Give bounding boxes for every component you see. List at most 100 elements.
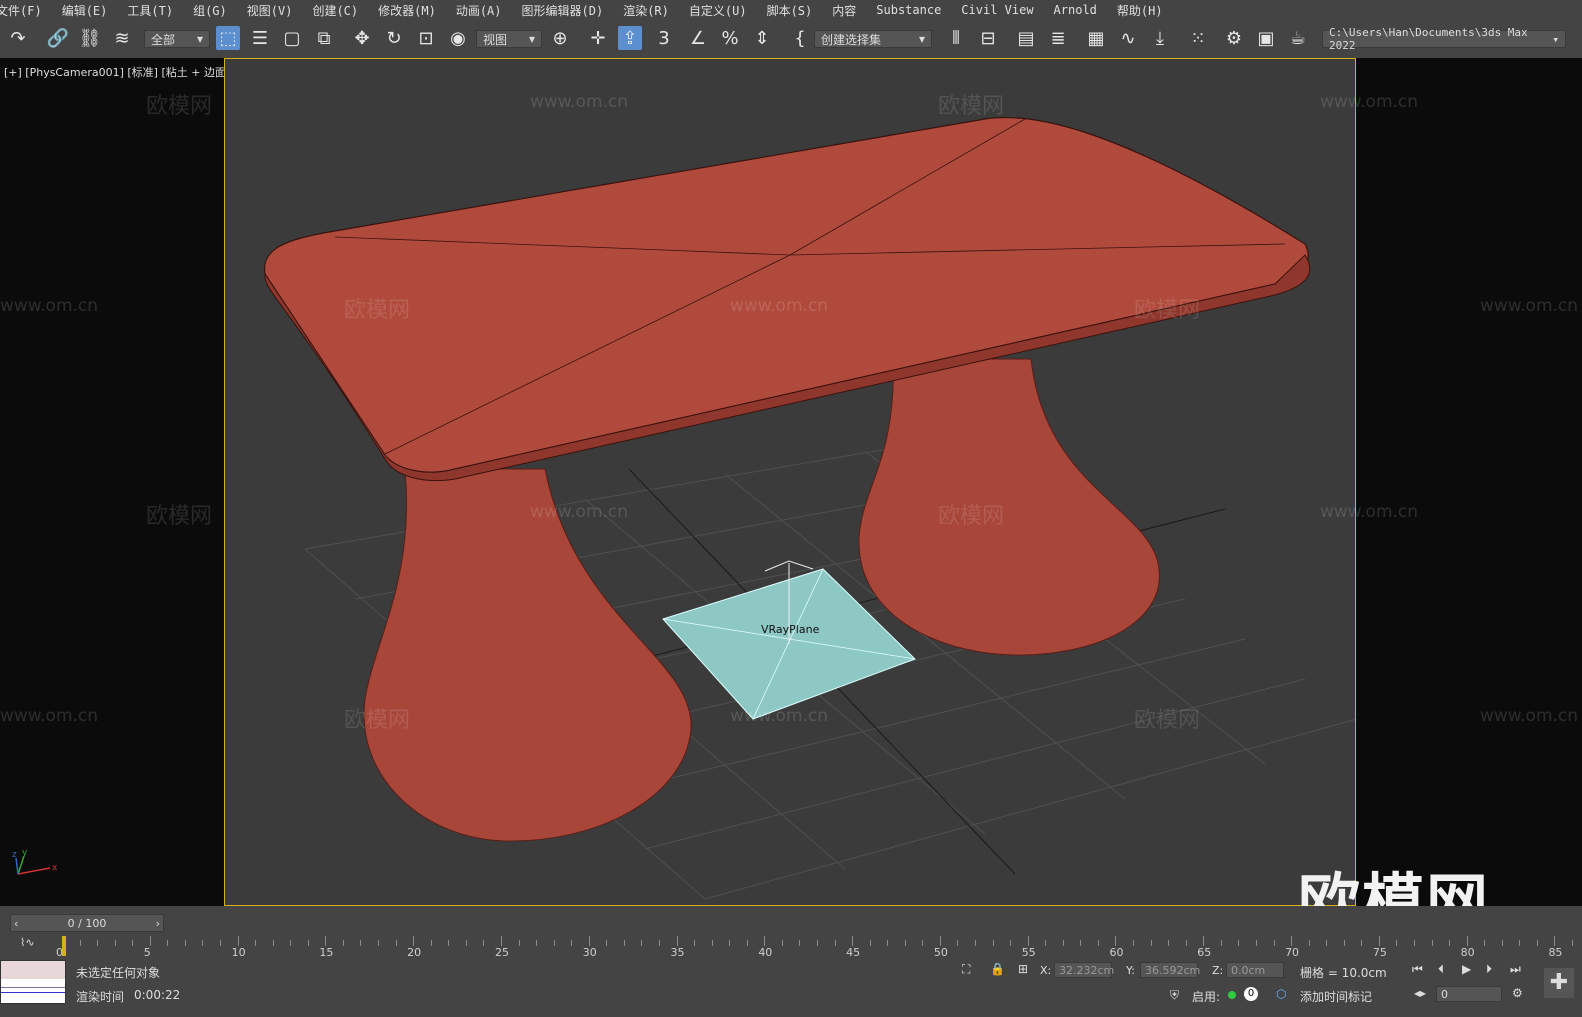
key-mode-icon[interactable]: ◂▸ xyxy=(1414,986,1426,1000)
time-tag-icon[interactable]: ⬡ xyxy=(1276,987,1286,1001)
selection-filter-dropdown[interactable]: 全部 ▾ xyxy=(144,26,210,52)
select-manipulate-icon[interactable]: ✛ xyxy=(586,26,610,50)
menu-item[interactable]: 帮助(H) xyxy=(1107,2,1173,19)
schematic-view-icon[interactable]: ⤓ xyxy=(1148,26,1172,50)
viewport-label[interactable]: [+] [PhysCamera001] [标准] [粘土 + 边面] xyxy=(4,64,230,80)
curve-editor-toggle-icon[interactable]: ⌇∿ xyxy=(20,936,35,949)
place-icon[interactable]: ◉ xyxy=(446,26,470,50)
y-coordinate-field[interactable]: 36.592cm xyxy=(1140,962,1200,978)
ruler-tick xyxy=(1062,940,1064,946)
keyboard-shortcut-override-icon[interactable]: ⇪ xyxy=(618,26,642,50)
ruler-label: 65 xyxy=(1197,946,1212,959)
scene-explorer-icon[interactable]: ▤ xyxy=(1014,26,1038,50)
render-setup-icon[interactable]: ⚙ xyxy=(1222,26,1246,50)
menu-item[interactable]: Substance xyxy=(866,3,951,17)
previous-frame-icon[interactable]: ⏴ xyxy=(1438,962,1444,977)
go-to-end-icon[interactable]: ⏭ xyxy=(1510,962,1521,977)
angle-snap-icon[interactable]: ∠ xyxy=(686,26,710,50)
svg-text:y: y xyxy=(22,848,28,858)
align-icon[interactable]: ⊟ xyxy=(976,26,1000,50)
link-icon[interactable]: 🔗 xyxy=(46,26,70,50)
current-frame-field[interactable]: 0 xyxy=(1436,986,1502,1002)
menu-item[interactable]: 内容 xyxy=(822,2,866,19)
frame-ruler[interactable]: 0 5 10 15 20 25 30 35 40 45 50 55 60 65 70 75 80 85 xyxy=(56,936,1573,960)
curve-editor-icon[interactable]: ∿ xyxy=(1116,26,1140,50)
redo-icon[interactable]: ↷ xyxy=(6,26,30,50)
chevron-down-icon: ▾ xyxy=(918,32,925,46)
watermark-text: 欧模网 xyxy=(938,94,1005,119)
play-icon[interactable]: ▶ xyxy=(1462,962,1471,976)
unlink-icon[interactable]: ⛓ xyxy=(78,26,102,50)
chevron-left-icon[interactable]: ‹ xyxy=(14,917,18,930)
watermark-text: 欧模网 xyxy=(938,504,1005,529)
ruler-tick xyxy=(1536,940,1538,946)
scale-icon[interactable]: ⊡ xyxy=(414,26,438,50)
viewport-navigation-icon[interactable]: ✚ xyxy=(1544,968,1574,998)
x-coordinate-field[interactable]: 32.232cm xyxy=(1054,962,1114,978)
ruler-tick xyxy=(342,940,344,946)
mirror-icon[interactable]: ⫴ xyxy=(944,26,968,50)
menu-item[interactable]: 创建(C) xyxy=(302,2,368,19)
ruler-tick xyxy=(869,940,871,946)
ruler-tick xyxy=(307,940,309,946)
window-crossing-icon[interactable]: ⧉ xyxy=(312,26,336,50)
time-config-icon[interactable]: ⚙ xyxy=(1512,986,1523,1000)
menu-item[interactable]: 自定义(U) xyxy=(679,2,757,19)
menu-item[interactable]: 图形编辑器(D) xyxy=(512,2,614,19)
menu-item[interactable]: Arnold xyxy=(1044,3,1107,17)
next-frame-icon[interactable]: ⏵ xyxy=(1486,962,1492,977)
project-path-dropdown[interactable]: C:\Users\Han\Documents\3ds Max 2022 ▾ xyxy=(1322,26,1566,52)
menu-item[interactable]: 工具(T) xyxy=(117,2,183,19)
rendered-frame-window-icon[interactable]: ▣ xyxy=(1254,26,1278,50)
percent-snap-icon[interactable]: % xyxy=(718,26,742,50)
spinner-snap-icon[interactable]: ⇕ xyxy=(750,26,774,50)
pivot-center-icon[interactable]: ⊕ xyxy=(548,26,572,50)
time-slider[interactable]: ‹ 0 / 100 › xyxy=(10,914,164,932)
time-cursor[interactable] xyxy=(62,936,66,956)
ruler-label: 25 xyxy=(494,946,509,959)
reference-coord-dropdown[interactable]: 视图 ▾ xyxy=(476,26,542,52)
render-teapot-icon[interactable]: ☕ xyxy=(1286,26,1310,50)
ruler-tick xyxy=(957,940,959,946)
layer-explorer-icon[interactable]: ≣ xyxy=(1046,26,1070,50)
absolute-mode-icon[interactable]: ⊞ xyxy=(1018,962,1028,976)
shield-icon[interactable]: ⛨ xyxy=(1170,988,1179,1003)
ruler-tick xyxy=(588,936,590,946)
select-by-name-icon[interactable]: ☰ xyxy=(248,26,272,50)
menu-item[interactable]: 脚本(S) xyxy=(757,2,823,19)
menu-item[interactable]: 视图(V) xyxy=(237,2,303,19)
select-object-icon[interactable]: ⬚ xyxy=(216,26,240,50)
menu-item[interactable]: 渲染(R) xyxy=(613,2,679,19)
menu-item[interactable]: 编辑(E) xyxy=(52,2,118,19)
z-coordinate-field[interactable]: 0.0cm xyxy=(1226,962,1284,978)
watermark-url: www.om.cn xyxy=(0,706,99,726)
rect-selection-icon[interactable]: ▢ xyxy=(280,26,304,50)
go-to-start-icon[interactable]: ⏮ xyxy=(1412,962,1423,977)
menu-item[interactable]: 动画(A) xyxy=(446,2,512,19)
menu-item[interactable]: 文件(F) xyxy=(0,2,52,19)
snap-3d-icon[interactable]: 3 xyxy=(652,26,676,50)
ruler-tick xyxy=(676,936,678,946)
toggle-ribbon-icon[interactable]: ▦ xyxy=(1084,26,1108,50)
ruler-label: 55 xyxy=(1021,946,1036,959)
maxscript-listener[interactable] xyxy=(0,960,66,1004)
ruler-label: 40 xyxy=(758,946,773,959)
ruler-tick xyxy=(834,940,836,946)
ruler-tick xyxy=(465,940,467,946)
edit-named-selection-icon[interactable]: { xyxy=(788,26,812,50)
bind-space-warp-icon[interactable]: ≋ xyxy=(110,26,134,50)
rotate-icon[interactable]: ↻ xyxy=(382,26,406,50)
lock-icon[interactable]: 🔒 xyxy=(990,962,1005,976)
material-editor-icon[interactable]: ⁙ xyxy=(1186,26,1210,50)
menu-item[interactable]: 组(G) xyxy=(183,2,237,19)
named-selection-dropdown[interactable]: 创建选择集 ▾ xyxy=(814,26,932,52)
menu-item[interactable]: 修改器(M) xyxy=(368,2,446,19)
isolate-selection-icon[interactable]: ⛶ xyxy=(962,962,970,977)
menu-bar: 文件(F) 编辑(E) 工具(T) 组(G) 视图(V) 创建(C) 修改器(M) 动画(A)… xyxy=(0,0,1582,20)
add-time-tag[interactable]: 添加时间标记 xyxy=(1300,988,1372,1005)
move-icon[interactable]: ✥ xyxy=(350,26,374,50)
perspective-viewport[interactable]: VRayPlane xyxy=(224,58,1356,906)
menu-item[interactable]: Civil View xyxy=(951,3,1043,17)
chevron-right-icon[interactable]: › xyxy=(156,917,160,930)
ruler-tick xyxy=(1133,940,1135,946)
